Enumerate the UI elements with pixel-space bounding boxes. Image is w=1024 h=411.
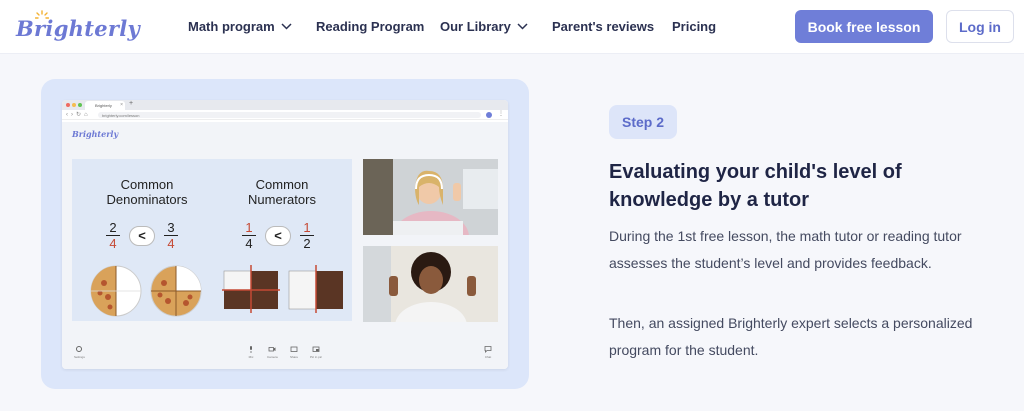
nav-label: Parent's reviews xyxy=(552,19,655,34)
fraction: 1 4 xyxy=(242,221,256,250)
student-video-tile xyxy=(363,246,498,322)
control-label: Share xyxy=(290,355,299,359)
topic-common-numerators: Common Numerators xyxy=(248,177,316,207)
log-in-button[interactable]: Log in xyxy=(946,10,1014,43)
numerator-comparison: 1 4 < 1 2 xyxy=(242,221,314,250)
nav-parents-reviews[interactable]: Parent's reviews xyxy=(552,19,654,34)
fraction: 1 2 xyxy=(300,221,314,250)
nav-label: Math program xyxy=(188,19,275,34)
pizza-three-quarters-image xyxy=(150,265,202,317)
description-paragraph-2: Then, an assigned Brighterly expert sele… xyxy=(609,315,973,358)
control-label: Chat xyxy=(484,355,492,359)
numerator: 3 xyxy=(167,220,175,235)
denominator: 4 xyxy=(245,236,253,251)
topic-common-denominators: Common Denominators xyxy=(106,177,188,207)
book-free-lesson-button[interactable]: Book free lesson xyxy=(795,10,933,43)
nav-label: Pricing xyxy=(672,19,717,34)
url-field: brighterly.com/lesson xyxy=(98,112,481,118)
new-tab-icon: + xyxy=(129,100,134,107)
nav-label: Our Library xyxy=(440,19,511,34)
fraction: 2 4 xyxy=(106,221,120,250)
fraction: 3 4 xyxy=(164,221,178,250)
chat-control: Chat xyxy=(484,345,492,359)
nav-reading-program[interactable]: Reading Program xyxy=(316,19,424,34)
denominator: 4 xyxy=(167,236,175,251)
share-screen-icon xyxy=(290,346,298,352)
lesson-browser-mockup: Brighterly × + ‹›↻⌂ brighterly.com/lesso… xyxy=(62,100,508,369)
denominator: 2 xyxy=(303,236,311,251)
menu-icon: ⋮ xyxy=(498,111,504,117)
nav-our-library[interactable]: Our Library xyxy=(440,19,528,34)
camera-icon xyxy=(268,347,276,352)
denominator-comparison: 2 4 < 3 4 xyxy=(106,221,178,250)
nav-math-program[interactable]: Math program xyxy=(188,19,292,34)
browser-tab-bar: Brighterly × + xyxy=(62,100,508,110)
nav-pricing[interactable]: Pricing xyxy=(672,19,716,34)
comparator-sign: < xyxy=(265,225,291,246)
chocolate-half-image xyxy=(288,265,343,313)
pizza-half-image xyxy=(90,265,142,317)
control-label: Camera xyxy=(267,355,278,359)
brighterly-logo[interactable]: Brighterly xyxy=(16,10,140,44)
logo-wordmark: Brighterly xyxy=(16,16,141,41)
numerator: 1 xyxy=(245,220,253,235)
settings-control: Settings xyxy=(74,345,85,359)
mic-icon xyxy=(250,346,252,353)
avatar xyxy=(486,112,492,118)
control-label: Mic xyxy=(248,355,254,359)
chevron-down-icon xyxy=(517,23,528,30)
comparator-sign: < xyxy=(129,225,155,246)
section-heading: Evaluating your child's level of knowled… xyxy=(609,161,902,211)
control-label: Settings xyxy=(74,355,85,359)
tab-title: Brighterly xyxy=(95,103,112,108)
chocolate-quarter-image xyxy=(222,265,280,313)
step-badge: Step 2 xyxy=(609,105,677,139)
picture-in-picture-icon xyxy=(312,346,320,352)
top-navbar: Brighterly Math program Reading Program … xyxy=(0,0,1024,54)
nav-label: Reading Program xyxy=(316,19,425,34)
chat-icon xyxy=(484,346,492,353)
browser-tab: Brighterly × xyxy=(85,101,125,110)
student-image xyxy=(363,246,498,322)
numerator: 2 xyxy=(109,220,117,235)
browser-address-bar: ‹›↻⌂ brighterly.com/lesson ⋮ xyxy=(62,110,508,120)
tutor-image xyxy=(363,159,498,235)
control-label: Pic in pic xyxy=(310,355,323,359)
window-close-dot xyxy=(66,103,70,107)
description-paragraph-1: During the 1st free lesson, the math tut… xyxy=(609,228,962,271)
gear-icon xyxy=(76,346,83,352)
share-control: Share xyxy=(290,345,298,359)
app-logo: Brighterly xyxy=(72,129,119,139)
pip-control: Pic in pic xyxy=(310,345,322,359)
lesson-board: Common Denominators Common Numerators 2 … xyxy=(72,159,352,321)
camera-control: Camera xyxy=(267,345,278,359)
tutor-video-tile xyxy=(363,159,498,235)
mic-control: Mic xyxy=(247,345,255,359)
chevron-down-icon xyxy=(281,23,292,30)
window-maximize-dot xyxy=(78,103,82,107)
browser-nav-icons: ‹›↻⌂ xyxy=(66,112,91,118)
numerator: 1 xyxy=(303,220,311,235)
window-minimize-dot xyxy=(72,103,76,107)
denominator: 4 xyxy=(109,236,117,251)
close-icon: × xyxy=(120,102,123,108)
